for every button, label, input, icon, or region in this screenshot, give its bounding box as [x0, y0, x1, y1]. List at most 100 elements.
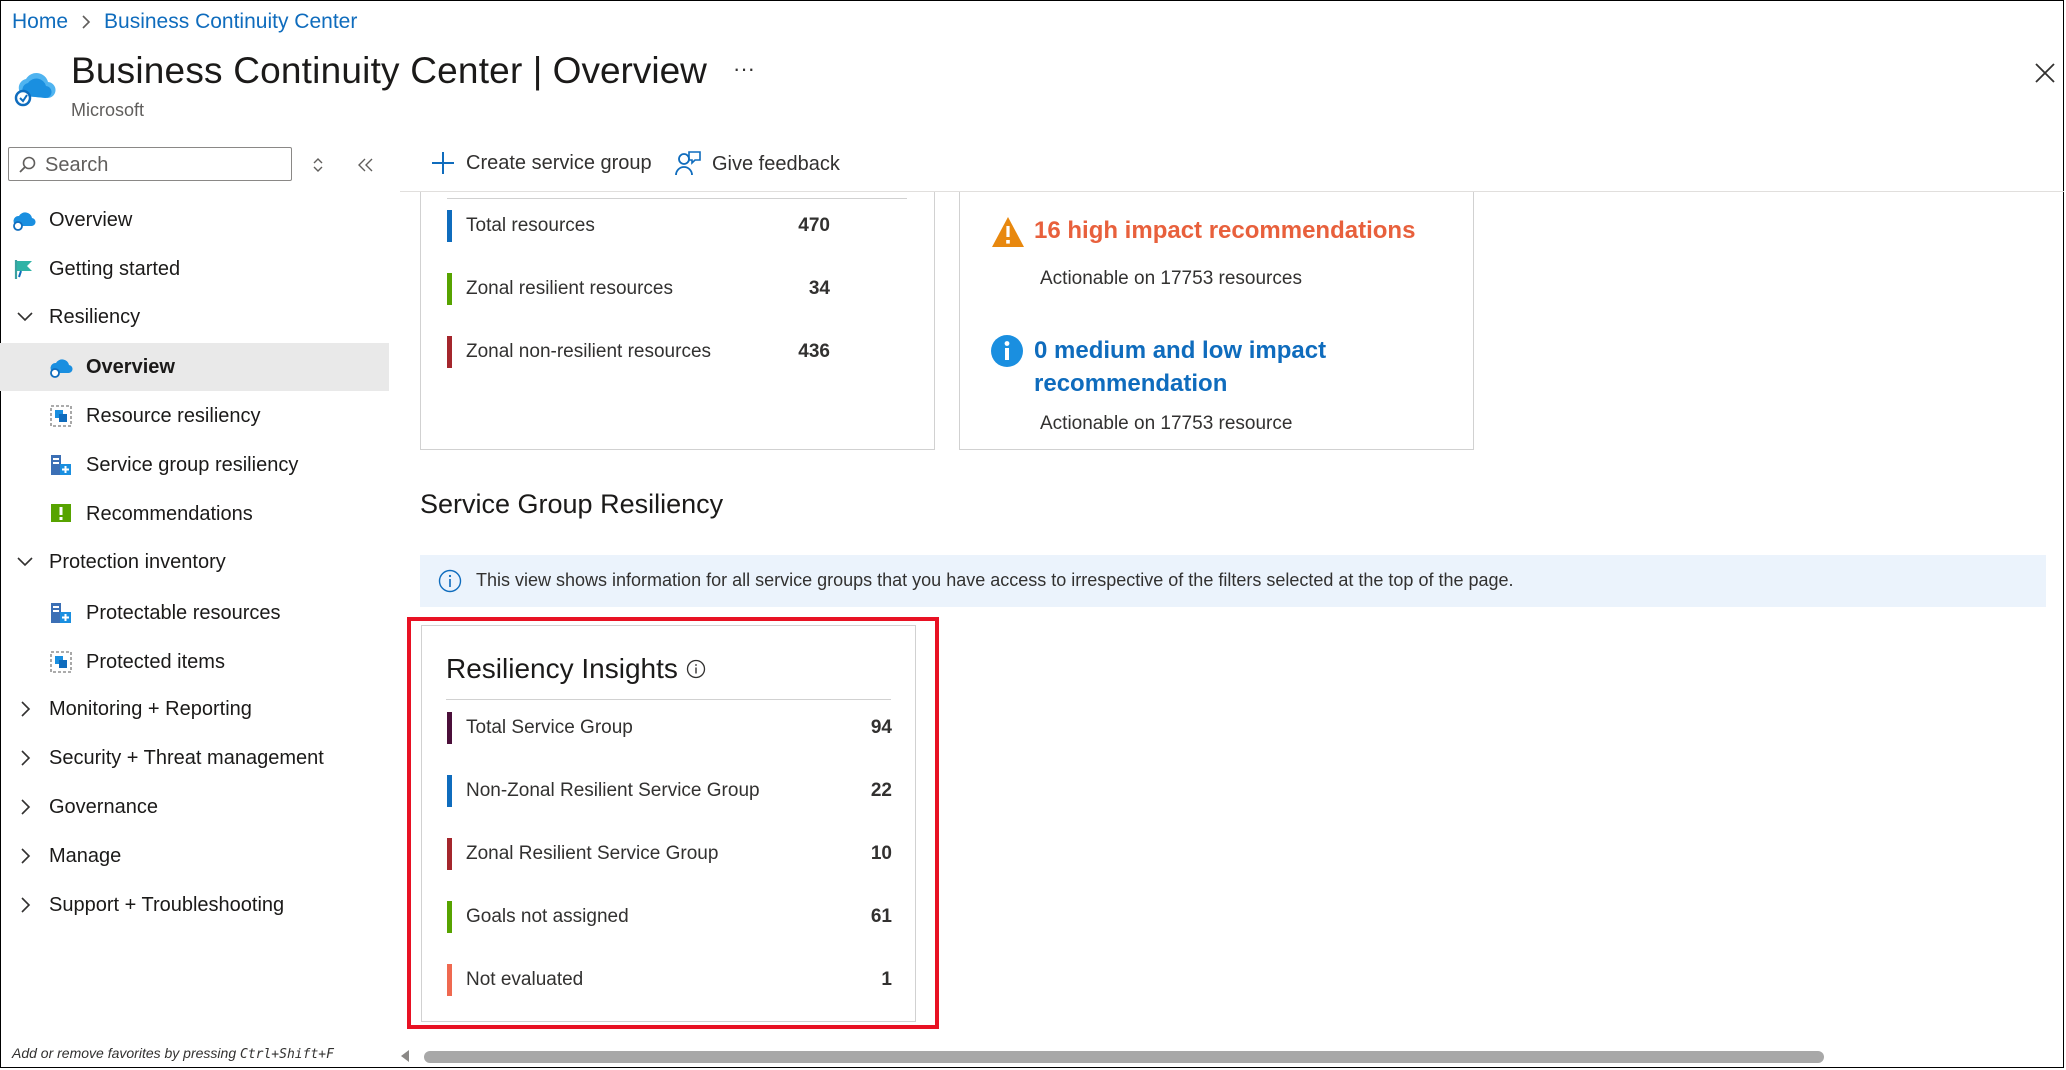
sidebar-item-overview[interactable]: Overview [0, 196, 389, 244]
stat-color-bar [447, 775, 452, 807]
create-service-group-button[interactable]: Create service group [430, 150, 652, 176]
info-tooltip-icon[interactable] [686, 659, 706, 679]
sidebar-item-label: Protection inventory [49, 550, 226, 573]
give-feedback-label: Give feedback [712, 152, 840, 175]
chevron-down-icon [17, 557, 33, 567]
breadcrumb-home-link[interactable]: Home [12, 10, 68, 34]
sidebar-group-support-troubleshooting[interactable]: Support + Troubleshooting [0, 881, 389, 929]
stat-value: 1 [881, 969, 892, 990]
insight-row-non-zonal-resilient: Non-Zonal Resilient Service Group [447, 775, 760, 807]
insight-row-total-service-group: Total Service Group [447, 712, 633, 744]
sidebar-item-label: Overview [86, 355, 175, 378]
feedback-person-icon [675, 151, 701, 176]
sidebar-item-resiliency-overview[interactable]: Overview [0, 343, 389, 391]
cloud-overview-icon [50, 359, 73, 378]
sidebar-item-label: Protectable resources [86, 601, 281, 624]
sidebar-item-label: Resource resiliency [86, 404, 261, 427]
insight-row-zonal-resilient: Zonal Resilient Service Group [447, 838, 718, 870]
title-separator: | [532, 50, 543, 91]
stat-value: 94 [870, 717, 892, 738]
chevron-right-icon [21, 799, 31, 815]
sidebar-group-protection-inventory[interactable]: Protection inventory [0, 538, 389, 586]
service-group-icon [51, 603, 71, 623]
exclamation-icon [51, 504, 71, 522]
sidebar-group-governance[interactable]: Governance [0, 783, 389, 831]
give-feedback-button[interactable]: Give feedback [674, 150, 840, 178]
sidebar-item-protectable-resources[interactable]: Protectable resources [0, 589, 389, 637]
stat-color-bar [447, 336, 452, 368]
breadcrumb-current-link[interactable]: Business Continuity Center [104, 10, 357, 34]
stat-label: Zonal resilient resources [466, 278, 673, 299]
sidebar-item-protected-items[interactable]: Protected items [0, 638, 389, 686]
info-icon [991, 335, 1023, 367]
collapse-sidebar-icon[interactable] [356, 155, 376, 175]
sidebar-group-monitoring-reporting[interactable]: Monitoring + Reporting [0, 685, 389, 733]
more-options-button[interactable]: ··· [733, 56, 755, 82]
high-impact-recommendations-link[interactable]: 16 high impact recommendations [1034, 217, 1415, 245]
sidebar-item-resource-resiliency[interactable]: Resource resiliency [0, 392, 389, 440]
chevron-right-icon [21, 701, 31, 717]
stat-color-bar [447, 712, 452, 744]
stat-value: 34 [808, 278, 830, 299]
sidebar-item-label: Support + Troubleshooting [49, 893, 285, 916]
stat-value: 22 [870, 780, 892, 801]
stat-color-bar [447, 964, 452, 996]
stat-label: Goals not assigned [466, 906, 629, 927]
stat-label: Total resources [466, 215, 595, 236]
sidebar-item-label: Manage [49, 844, 122, 867]
insight-row-not-evaluated: Not evaluated [447, 964, 583, 996]
page-title: Business Continuity Center | Overview [71, 50, 707, 92]
sidebar-item-label: Monitoring + Reporting [49, 697, 252, 720]
stat-label: Zonal non-resilient resources [466, 341, 712, 362]
stat-color-bar [447, 273, 452, 305]
business-continuity-cloud-icon [14, 73, 56, 107]
search-icon [19, 156, 36, 173]
insights-title: Resiliency Insights [446, 653, 678, 684]
stat-label: Non-Zonal Resilient Service Group [466, 780, 760, 801]
search-input[interactable]: Search [8, 147, 292, 181]
resource-icon [50, 651, 72, 673]
medium-low-subtext: Actionable on 17753 resource [1040, 413, 1293, 434]
chevron-down-icon [17, 312, 33, 322]
sidebar-item-getting-started[interactable]: Getting started [0, 245, 389, 293]
blade-title: Overview [552, 50, 707, 91]
chevron-right-icon [82, 15, 91, 29]
sidebar-item-label: Governance [49, 795, 158, 818]
medium-low-line-2: recommendation [1034, 370, 1228, 397]
sidebar-item-label: Overview [49, 208, 133, 231]
sidebar-group-security-threat[interactable]: Security + Threat management [0, 734, 389, 782]
stat-label: Zonal Resilient Service Group [466, 843, 719, 864]
page-subtitle: Microsoft [71, 100, 145, 120]
stat-color-bar [447, 838, 452, 870]
info-banner-text: This view shows information for all serv… [476, 570, 1514, 590]
sort-toggle-icon[interactable] [310, 155, 326, 175]
scroll-left-icon[interactable] [398, 1049, 412, 1063]
sidebar-item-label: Protected items [86, 650, 225, 673]
sidebar-group-resiliency[interactable]: Resiliency [0, 293, 389, 341]
stat-color-bar [447, 210, 452, 242]
sidebar-item-recommendations[interactable]: Recommendations [0, 490, 389, 538]
info-outline-icon [438, 569, 462, 593]
sidebar-group-manage[interactable]: Manage [0, 832, 389, 880]
stat-value: 10 [870, 843, 892, 864]
stat-row-total-resources: Total resources [447, 210, 595, 242]
chevron-right-icon [21, 848, 31, 864]
stat-label: Not evaluated [466, 969, 584, 990]
favorites-hint: Add or remove favorites by pressing Ctrl… [12, 1045, 334, 1062]
medium-low-recommendations-link[interactable]: 0 medium and low impact recommendation [1034, 334, 1326, 400]
chevron-right-icon [21, 897, 31, 913]
stat-color-bar [447, 901, 452, 933]
stat-row-zonal-non-resilient: Zonal non-resilient resources [447, 336, 711, 368]
stat-value: 61 [870, 906, 892, 927]
sidebar-item-service-group-resiliency[interactable]: Service group resiliency [0, 441, 389, 489]
horizontal-scrollbar-thumb[interactable] [424, 1051, 1824, 1063]
sidebar-item-label: Resiliency [49, 305, 141, 328]
warning-icon [992, 217, 1024, 247]
stat-label: Total Service Group [466, 717, 633, 738]
close-icon[interactable] [2034, 62, 2056, 84]
breadcrumb: Home Business Continuity Center [12, 10, 357, 34]
info-banner: This view shows information for all serv… [420, 555, 2046, 607]
sidebar-item-label: Recommendations [86, 502, 253, 525]
favorites-hint-text: Add or remove favorites by pressing [12, 1045, 237, 1061]
stat-value: 470 [798, 215, 830, 236]
